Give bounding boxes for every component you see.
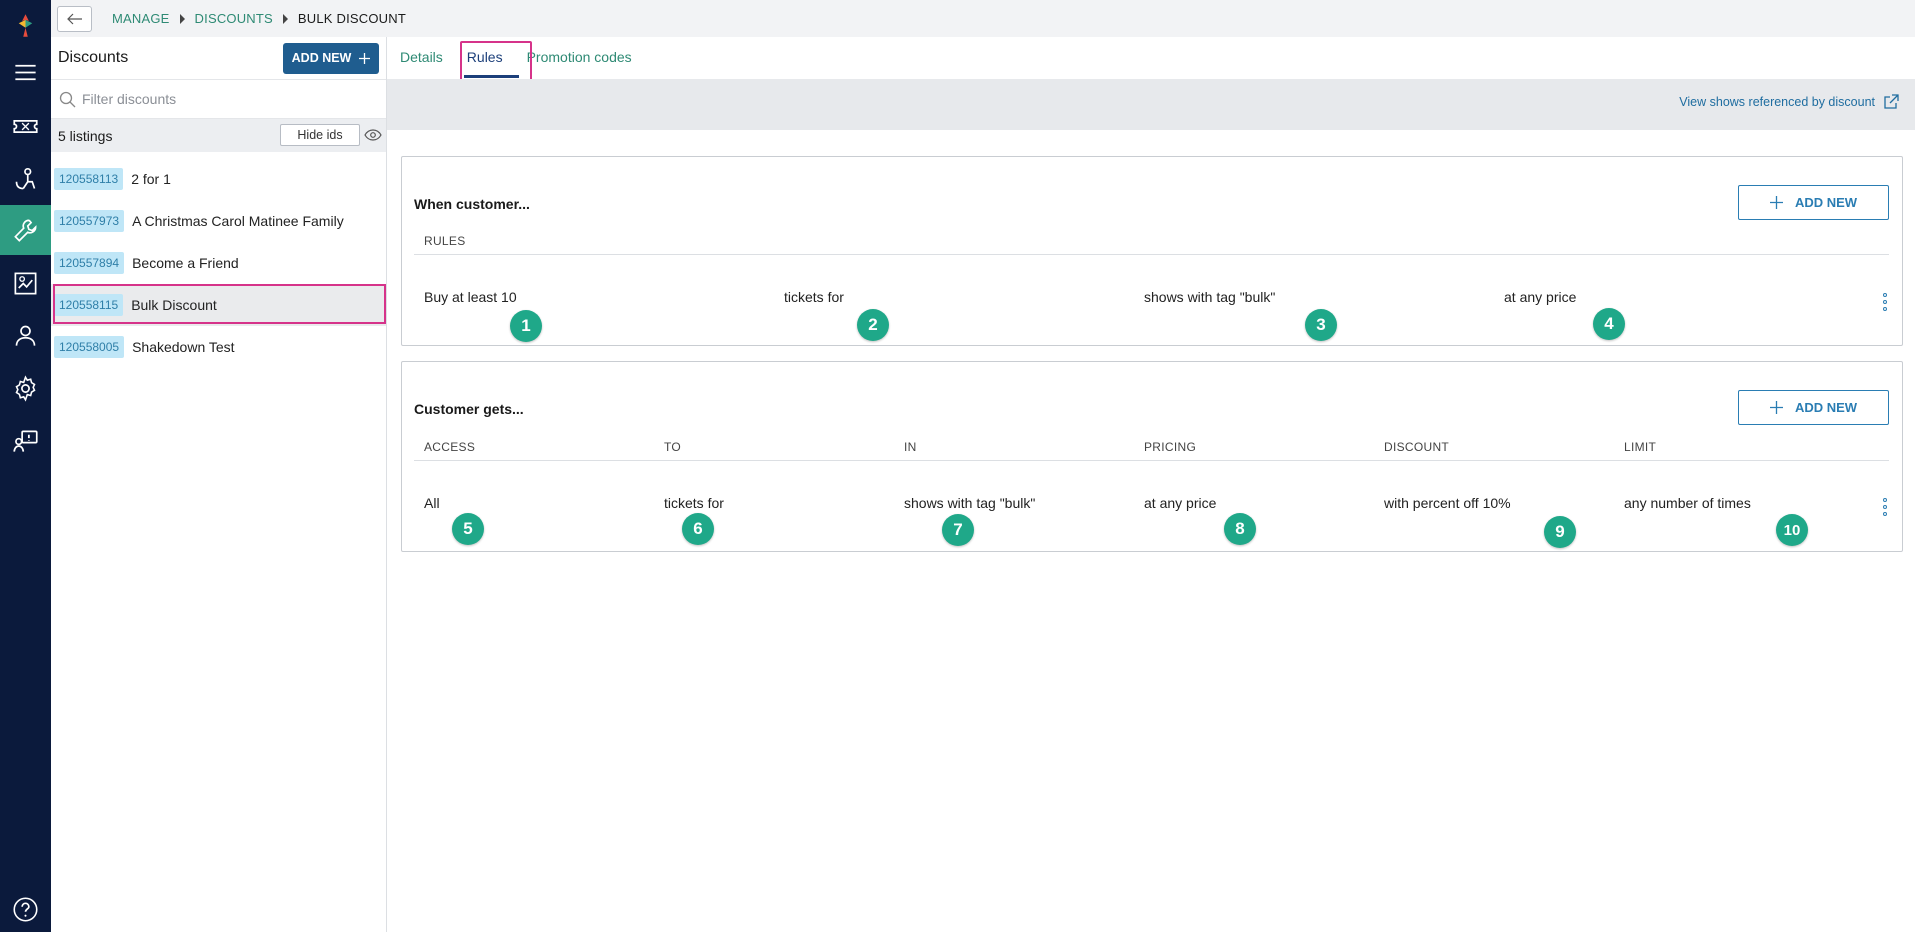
view-shows-link[interactable]: View shows referenced by discount xyxy=(1679,94,1899,110)
tab-details[interactable]: Details xyxy=(400,49,443,79)
when-customer-card: When customer... ADD NEW RULES Buy at le… xyxy=(401,156,1903,346)
when-customer-title: When customer... xyxy=(414,196,530,212)
benefit-pricing: at any price xyxy=(1144,495,1217,511)
header-access: ACCESS xyxy=(424,440,476,454)
add-new-label: ADD NEW xyxy=(1794,195,1858,210)
menu-icon[interactable] xyxy=(0,47,51,97)
eye-icon[interactable] xyxy=(363,126,383,144)
back-button[interactable] xyxy=(57,5,92,32)
chart-icon[interactable] xyxy=(0,258,51,308)
list-item[interactable]: 120558005 Shakedown Test xyxy=(51,326,386,368)
list-item-selected[interactable]: 120558115 Bulk Discount xyxy=(51,284,386,326)
breadcrumb-separator-icon xyxy=(179,13,185,24)
plus-icon xyxy=(1769,196,1783,209)
discount-name: Become a Friend xyxy=(132,255,239,271)
rule-tickets: tickets for xyxy=(784,289,844,305)
tab-bar: Details Rules Promotion codes xyxy=(387,37,1915,87)
nav-rail xyxy=(0,0,51,932)
feedback-icon[interactable] xyxy=(0,416,51,466)
discount-name: 2 for 1 xyxy=(131,171,171,187)
view-shows-label: View shows referenced by discount xyxy=(1679,95,1875,109)
list-item[interactable]: 120558113 2 for 1 xyxy=(51,158,386,200)
panel-title: Discounts xyxy=(58,49,129,66)
add-new-label: ADD NEW xyxy=(291,51,352,65)
benefit-to: tickets for xyxy=(664,495,724,511)
listings-count: 5 listings xyxy=(58,127,113,144)
customer-gets-title: Customer gets... xyxy=(414,401,524,417)
header-limit: LIMIT xyxy=(1624,440,1657,454)
kebab-icon[interactable] xyxy=(1882,498,1888,516)
person-seat-icon[interactable] xyxy=(0,154,51,204)
search-icon xyxy=(59,91,76,107)
plus-icon xyxy=(1769,401,1783,414)
discount-list: 120558113 2 for 1 120557973 A Christmas … xyxy=(51,152,386,368)
annotation-badge: 5 xyxy=(452,513,484,545)
toolbar-strip: View shows referenced by discount xyxy=(387,79,1915,130)
annotation-badge: 6 xyxy=(682,513,714,545)
add-discount-button[interactable]: ADD NEW xyxy=(283,42,379,74)
breadcrumb-separator-icon xyxy=(282,13,288,24)
filter-bar xyxy=(51,79,386,119)
add-new-label: ADD NEW xyxy=(1794,400,1858,415)
header-to: TO xyxy=(664,440,682,454)
discount-id-badge: 120558115 xyxy=(54,294,124,316)
wrench-icon[interactable] xyxy=(0,205,51,255)
annotation-badge: 4 xyxy=(1593,308,1625,340)
user-icon[interactable] xyxy=(0,310,51,360)
discount-id-badge: 120557973 xyxy=(54,210,125,232)
logo-icon[interactable] xyxy=(0,0,51,50)
add-benefit-button[interactable]: ADD NEW xyxy=(1738,390,1889,425)
benefit-limit: any number of times xyxy=(1624,495,1751,511)
breadcrumb-manage[interactable]: MANAGE xyxy=(112,11,170,26)
external-link-icon xyxy=(1884,94,1899,109)
benefit-discount: with percent off 10% xyxy=(1384,495,1511,511)
annotation-badge: 3 xyxy=(1305,309,1337,341)
discounts-panel: Discounts ADD NEW 5 listings Hide ids 12… xyxy=(51,37,387,932)
annotation-badge: 10 xyxy=(1776,514,1808,546)
annotation-badge: 2 xyxy=(857,309,889,341)
rules-header-row: RULES xyxy=(414,229,1889,255)
list-item[interactable]: 120557973 A Christmas Carol Matinee Fami… xyxy=(51,200,386,242)
header-in: IN xyxy=(904,440,917,454)
gear-icon[interactable] xyxy=(0,363,51,413)
listings-bar: 5 listings Hide ids xyxy=(51,119,386,152)
plus-icon xyxy=(359,52,371,64)
breadcrumb-discounts[interactable]: DISCOUNTS xyxy=(195,11,273,26)
benefit-in: shows with tag "bulk" xyxy=(904,495,1036,511)
discount-name: Shakedown Test xyxy=(132,339,235,355)
benefit-access: All xyxy=(424,495,440,511)
discount-name: A Christmas Carol Matinee Family xyxy=(132,213,344,229)
arrow-left-icon xyxy=(66,13,82,24)
discount-name: Bulk Discount xyxy=(131,297,217,313)
hide-ids-button[interactable]: Hide ids xyxy=(280,124,360,146)
annotation-badge: 1 xyxy=(510,310,542,342)
discount-id-badge: 120558005 xyxy=(54,336,125,358)
discount-id-badge: 120558113 xyxy=(54,168,124,190)
discount-id-badge: 120557894 xyxy=(54,252,125,274)
annotation-badge: 9 xyxy=(1544,516,1576,548)
benefits-header-row: ACCESS TO IN PRICING DISCOUNT LIMIT xyxy=(414,435,1889,461)
header-pricing: PRICING xyxy=(1144,440,1197,454)
add-rule-button[interactable]: ADD NEW xyxy=(1738,185,1889,220)
help-icon[interactable] xyxy=(0,884,51,934)
header-discount: DISCOUNT xyxy=(1384,440,1450,454)
customer-gets-card: Customer gets... ADD NEW ACCESS TO IN PR… xyxy=(401,361,1903,552)
rule-shows: shows with tag "bulk" xyxy=(1144,289,1276,305)
header-rules: RULES xyxy=(424,234,466,248)
breadcrumb-current: BULK DISCOUNT xyxy=(297,11,406,26)
main-content: Details Rules Promotion codes View shows… xyxy=(387,37,1915,932)
rule-price: at any price xyxy=(1504,289,1577,305)
breadcrumb: MANAGE DISCOUNTS BULK DISCOUNT xyxy=(112,11,406,26)
rule-quantity: Buy at least 10 xyxy=(424,289,517,305)
tab-promotion-codes[interactable]: Promotion codes xyxy=(527,49,632,79)
kebab-icon[interactable] xyxy=(1882,293,1888,311)
breadcrumb-bar: MANAGE DISCOUNTS BULK DISCOUNT xyxy=(51,0,1915,37)
ticket-icon[interactable] xyxy=(0,101,51,151)
annotation-badge: 7 xyxy=(942,514,974,546)
filter-input[interactable] xyxy=(82,91,362,107)
annotation-badge: 8 xyxy=(1224,513,1256,545)
list-item[interactable]: 120557894 Become a Friend xyxy=(51,242,386,284)
